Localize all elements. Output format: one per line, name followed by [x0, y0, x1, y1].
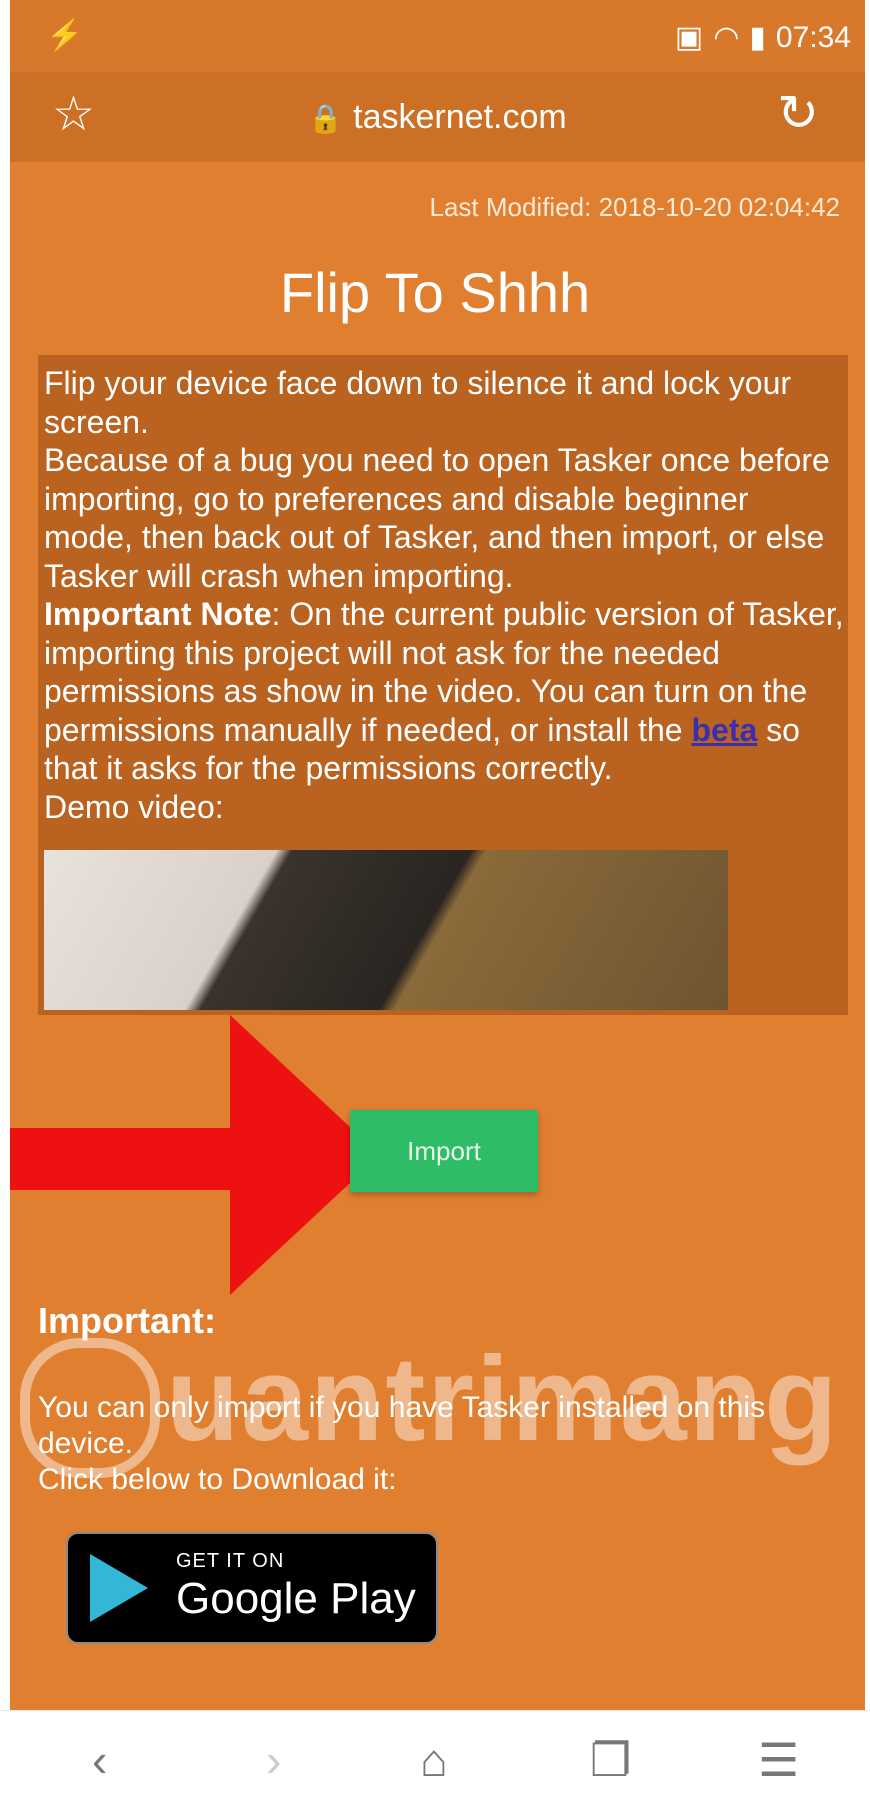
forward-icon[interactable]: › — [266, 1733, 281, 1787]
red-arrow-shaft — [10, 1128, 260, 1190]
menu-icon[interactable]: ☰ — [758, 1733, 799, 1787]
important-heading: Important: — [38, 1300, 216, 1341]
status-bar: ⚡ ▣ ◠ ▮ 07:34 — [10, 0, 865, 72]
charging-icon: ⚡ — [46, 19, 84, 52]
url-display[interactable]: 🔒 taskernet.com — [10, 98, 865, 137]
screen: ⚡ ▣ ◠ ▮ 07:34 ☆ 🔒 taskernet.com ↻ Last Mo… — [0, 0, 870, 1808]
page-title: Flip To Shhh — [279, 261, 591, 324]
last-modified: Last Modified: 2018-10-20 02:04:42 — [429, 192, 840, 222]
important-note-label: Important Note — [44, 596, 272, 632]
wifi-icon: ◠ — [713, 21, 740, 54]
download-note: Click below to Download it: — [38, 1463, 397, 1496]
back-icon[interactable]: ‹ — [92, 1733, 107, 1787]
play-store-icon — [90, 1554, 148, 1622]
clock: 07:34 — [775, 20, 851, 54]
home-icon[interactable]: ⌂ — [420, 1733, 448, 1787]
demo-label: Demo video: — [44, 788, 224, 825]
lock-icon: 🔒 — [308, 103, 344, 134]
install-note: You can only import if you have Tasker i… — [38, 1391, 766, 1496]
description-text: Flip your device face down to silence it… — [44, 365, 844, 825]
browser-url-bar[interactable]: ☆ 🔒 taskernet.com ↻ — [10, 72, 865, 162]
google-play-badge[interactable]: GET IT ON Google Play — [66, 1532, 438, 1644]
browser-bottom-nav: ‹ › ⌂ ❐ ☰ — [0, 1710, 870, 1808]
demo-video[interactable] — [44, 850, 728, 1010]
reload-icon[interactable]: ↻ — [777, 84, 819, 142]
import-button[interactable]: Import — [350, 1110, 538, 1192]
beta-link[interactable]: beta — [691, 712, 757, 748]
tabs-icon[interactable]: ❐ — [590, 1733, 631, 1787]
battery-icon: ▮ — [749, 21, 766, 54]
notification-icon: ▣ — [674, 21, 704, 54]
status-icons: ▣ ◠ ▮ 07:34 — [675, 20, 851, 55]
